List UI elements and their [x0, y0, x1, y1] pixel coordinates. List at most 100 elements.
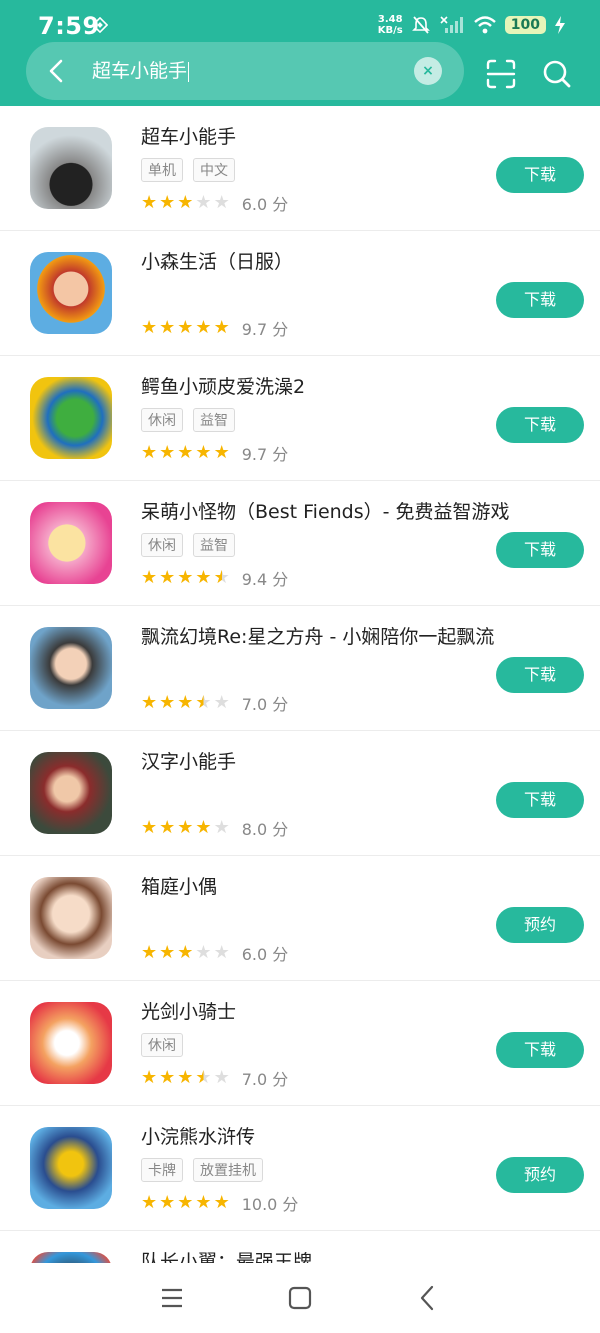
star-icon: ★ [213, 317, 230, 338]
app-name[interactable]: 呆萌小怪物（Best Fiends）- 免费益智游戏 [141, 497, 510, 524]
star-icon: ★ [141, 192, 158, 213]
star-icon: ★ [141, 442, 158, 463]
tag: 单机 [141, 158, 183, 182]
list-item[interactable]: 队长小翼：最强王牌 [0, 1231, 600, 1263]
star-icon: ★ [141, 942, 158, 963]
star-icon: ★ [213, 1067, 230, 1088]
star-icon: ★ [141, 1067, 158, 1088]
list-item[interactable]: 小浣熊水浒传 卡牌 放置挂机 ★ ★ ★ ★ ★ 10.0 分 预约 [0, 1106, 600, 1231]
home-icon[interactable] [285, 1283, 315, 1313]
tag: 休闲 [141, 408, 183, 432]
star-rating: ★ ★ ★ ★ ★ 7.0 分 [141, 691, 288, 715]
star-icon: ★ [213, 942, 230, 963]
star-icon: ★ [177, 942, 194, 963]
rating-score: 9.7 分 [241, 320, 289, 339]
download-button[interactable]: 下载 [496, 407, 584, 443]
star-rating: ★ ★ ★ ★ ★ 9.4 分 [141, 566, 288, 590]
app-icon[interactable] [30, 752, 112, 834]
app-name[interactable]: 鳄鱼小顽皮爱洗澡2 [141, 372, 305, 399]
list-item[interactable]: 鳄鱼小顽皮爱洗澡2 休闲 益智 ★ ★ ★ ★ ★ 9.7 分下载 [0, 356, 600, 481]
rating-score: 7.0 分 [241, 695, 289, 714]
star-icon: ★ [213, 442, 230, 463]
tag-list: 卡牌 放置挂机 [141, 1158, 263, 1182]
signal-icon [440, 16, 463, 33]
back-icon[interactable] [413, 1283, 443, 1313]
star-rating: ★ ★ ★ ★ ★ 6.0 分 [141, 941, 288, 965]
reserve-button[interactable]: 预约 [496, 1157, 584, 1193]
star-icon: ★ [213, 567, 230, 588]
app-icon[interactable] [30, 252, 112, 334]
list-item[interactable]: 汉字小能手 ★ ★ ★ ★ ★ 8.0 分下载 [0, 731, 600, 856]
app-icon[interactable] [30, 877, 112, 959]
reserve-button[interactable]: 预约 [496, 907, 584, 943]
download-button[interactable]: 下载 [496, 157, 584, 193]
back-arrow-icon[interactable] [42, 56, 72, 86]
star-icon: ★ [159, 1067, 176, 1088]
search-icon[interactable] [541, 58, 573, 90]
tag: 休闲 [141, 1033, 183, 1057]
tag: 益智 [193, 408, 235, 432]
app-name[interactable]: 小森生活（日服） [141, 247, 293, 274]
app-icon[interactable] [30, 377, 112, 459]
app-icon[interactable] [30, 1002, 112, 1084]
star-icon: ★ [159, 817, 176, 838]
menu-icon[interactable] [157, 1283, 187, 1313]
status-icons: 3.48 KB/s 100 [378, 14, 566, 36]
app-icon[interactable] [30, 1252, 112, 1263]
search-bar: 超车小能手 × [26, 42, 464, 100]
app-name[interactable]: 箱庭小偶 [141, 872, 217, 899]
star-icon: ★ [213, 192, 230, 213]
list-item[interactable]: 箱庭小偶 ★ ★ ★ ★ ★ 6.0 分预约 [0, 856, 600, 981]
rating-score: 7.0 分 [241, 1070, 289, 1089]
tag: 放置挂机 [193, 1158, 263, 1182]
star-icon: ★ [159, 942, 176, 963]
star-icon: ★ [177, 817, 194, 838]
rating-score: 10.0 分 [241, 1195, 299, 1214]
download-button[interactable]: 下载 [496, 782, 584, 818]
rating-score: 6.0 分 [241, 945, 289, 964]
list-item[interactable]: 呆萌小怪物（Best Fiends）- 免费益智游戏 休闲 益智 ★ ★ ★ ★ ★ 9.4 分… [0, 481, 600, 606]
search-input[interactable]: 超车小能手 [92, 56, 190, 83]
star-rating: ★ ★ ★ ★ ★ 9.7 分 [141, 441, 288, 465]
app-name[interactable]: 汉字小能手 [141, 747, 236, 774]
app-icon[interactable] [30, 1127, 112, 1209]
app-name[interactable]: 光剑小骑士 [141, 997, 236, 1024]
app-name[interactable]: 超车小能手 [141, 122, 236, 149]
star-icon: ★ [141, 692, 158, 713]
download-button[interactable]: 下载 [496, 1032, 584, 1068]
rating-score: 8.0 分 [241, 820, 289, 839]
list-item[interactable]: 小森生活（日服） ★ ★ ★ ★ ★ 9.7 分下载 [0, 231, 600, 356]
list-item[interactable]: 飘流幻境Re:星之方舟 - 小娴陪你一起飘流 ★ ★ ★ ★ ★ 7.0 分下载 [0, 606, 600, 731]
star-icon: ★ [177, 692, 194, 713]
star-icon: ★ [177, 317, 194, 338]
star-icon: ★ [195, 1067, 212, 1088]
download-button[interactable]: 下载 [496, 657, 584, 693]
star-icon: ★ [195, 817, 212, 838]
star-icon: ★ [159, 442, 176, 463]
scan-icon[interactable] [485, 58, 517, 90]
app-icon[interactable] [30, 502, 112, 584]
star-icon: ★ [195, 692, 212, 713]
list-item[interactable]: 光剑小骑士 休闲 ★ ★ ★ ★ ★ 7.0 分下载 [0, 981, 600, 1106]
download-button[interactable]: 下载 [496, 282, 584, 318]
rating-score: 9.7 分 [241, 445, 289, 464]
text-caret [188, 61, 190, 82]
tag: 休闲 [141, 533, 183, 557]
download-button[interactable]: 下载 [496, 532, 584, 568]
app-icon[interactable] [30, 627, 112, 709]
rating-score: 6.0 分 [241, 195, 289, 214]
star-rating: ★ ★ ★ ★ ★ 8.0 分 [141, 816, 288, 840]
star-icon: ★ [141, 817, 158, 838]
battery-level: 100 [504, 16, 546, 34]
rating-score: 9.4 分 [241, 570, 289, 589]
clear-search-button[interactable]: × [414, 57, 442, 85]
star-icon: ★ [177, 442, 194, 463]
star-rating: ★ ★ ★ ★ ★ 10.0 分 [141, 1191, 298, 1215]
charging-icon [555, 16, 565, 34]
app-icon[interactable] [30, 127, 112, 209]
app-name[interactable]: 小浣熊水浒传 [141, 1122, 255, 1149]
star-icon: ★ [159, 192, 176, 213]
app-name[interactable]: 队长小翼：最强王牌 [141, 1247, 312, 1263]
app-name[interactable]: 飘流幻境Re:星之方舟 - 小娴陪你一起飘流 [141, 622, 494, 649]
list-item[interactable]: 超车小能手 单机 中文 ★ ★ ★ ★ ★ 6.0 分下载 [0, 106, 600, 231]
